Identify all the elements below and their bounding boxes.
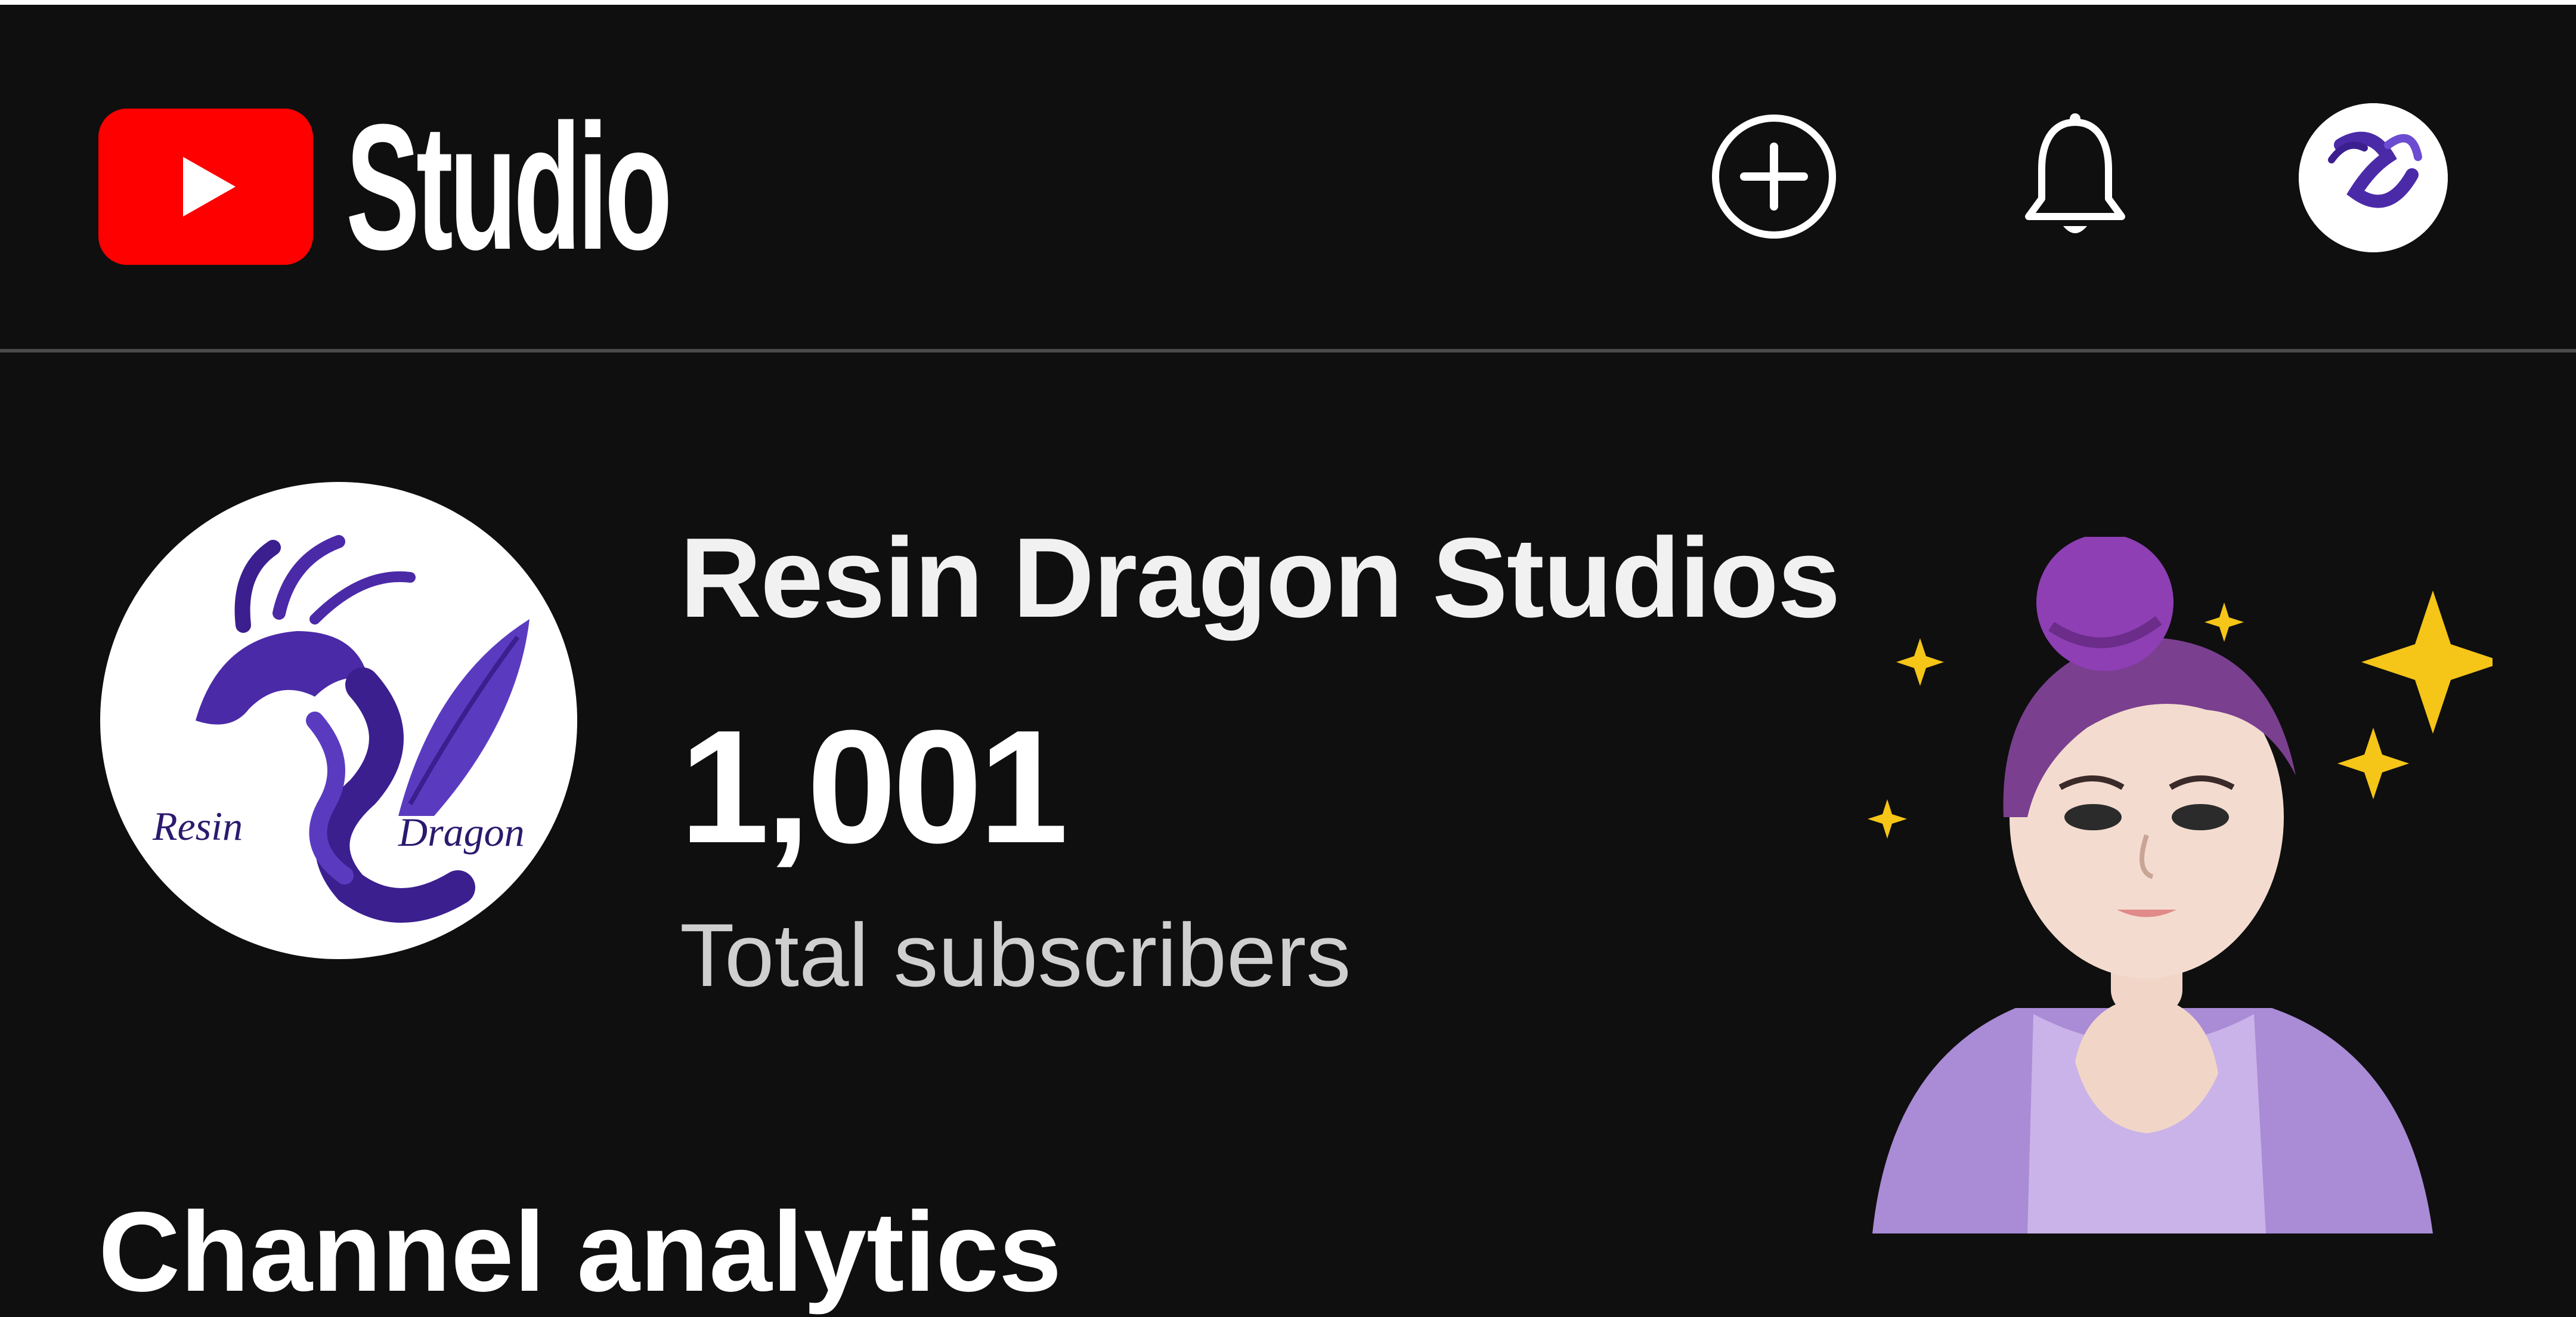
channel-name: Resin Dragon Studios <box>680 515 1841 641</box>
app-name: Studio <box>346 86 673 287</box>
add-circle-icon <box>1712 115 1836 239</box>
dragon-logo-icon: Resin Dragon <box>101 483 576 958</box>
notifications-button[interactable] <box>2010 106 2141 249</box>
svg-text:Dragon: Dragon <box>398 809 525 855</box>
bell-icon <box>2025 113 2125 233</box>
subscriber-label: Total subscribers <box>680 905 1351 1005</box>
studio-logo[interactable]: Studio <box>98 97 866 276</box>
account-avatar[interactable] <box>2299 103 2448 252</box>
youtube-play-icon <box>98 109 313 265</box>
channel-analytics-heading: Channel analytics <box>98 1189 1062 1315</box>
create-button[interactable] <box>1708 111 1840 242</box>
header-divider <box>0 349 2576 353</box>
svg-text:Resin: Resin <box>152 803 243 849</box>
avatar <box>2299 103 2448 252</box>
celebration-character <box>1837 534 2504 1233</box>
subscriber-count: 1,001 <box>680 697 1069 877</box>
channel-avatar[interactable]: Resin Dragon <box>100 482 577 959</box>
screen-top-edge <box>0 0 2576 5</box>
studio-header: Studio <box>0 5 2576 351</box>
